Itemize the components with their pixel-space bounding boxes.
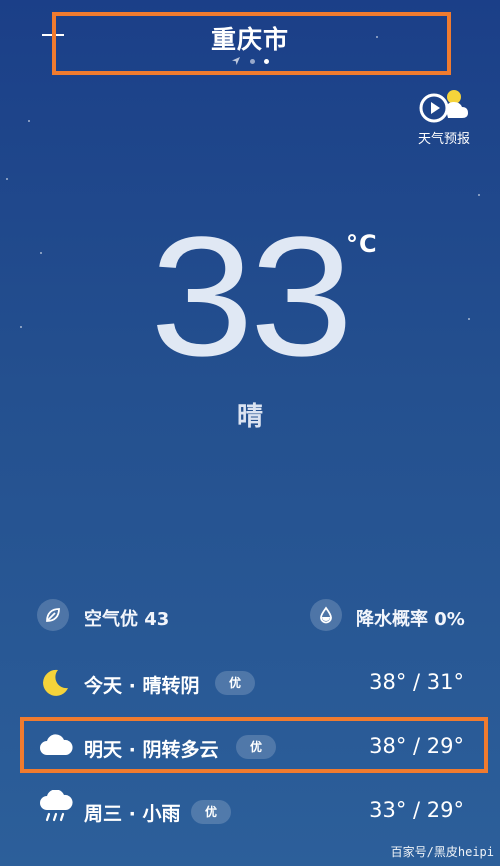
forecast-row-today[interactable]: 今天 · 晴转阴 优 38° / 31° — [0, 658, 500, 708]
temperature-value: 33 — [150, 202, 354, 392]
forecast-label: 天气预报 — [417, 132, 470, 147]
forecast-temps: 33° / 29° — [369, 798, 464, 822]
forecast-day-label: 周三 · 小雨 — [84, 803, 181, 825]
temperature-unit: °C — [346, 230, 378, 258]
watermark: 百家号/黑皮heipi — [390, 845, 494, 859]
leaf-icon — [46, 608, 60, 622]
rain-icon — [40, 790, 73, 822]
air-quality-icon-circle — [37, 599, 69, 631]
precipitation-text[interactable]: 降水概率 0% — [356, 605, 465, 631]
forecast-row-wednesday[interactable]: 周三 · 小雨 优 33° / 29° — [0, 784, 500, 834]
star — [6, 178, 8, 180]
forecast-video-icon — [419, 90, 468, 123]
aqi-badge: 优 — [215, 671, 256, 695]
forecast-video-button[interactable]: 天气预报 — [414, 86, 474, 147]
water-drop-icon — [320, 606, 332, 624]
forecast-day-label: 今天 · 晴转阴 — [84, 675, 200, 697]
aqi-badge: 优 — [191, 800, 232, 824]
star — [478, 194, 480, 196]
air-quality-text[interactable]: 空气优 43 — [84, 605, 169, 631]
precipitation-icon-circle — [310, 599, 342, 631]
moon-icon — [43, 669, 68, 696]
header-highlight-box — [52, 12, 451, 75]
weather-condition: 晴 — [236, 402, 263, 432]
temperature-block: 33 °C — [0, 212, 500, 382]
forecast-temps: 38° / 31° — [369, 670, 464, 694]
tomorrow-highlight-box — [20, 717, 488, 773]
star — [28, 120, 30, 122]
